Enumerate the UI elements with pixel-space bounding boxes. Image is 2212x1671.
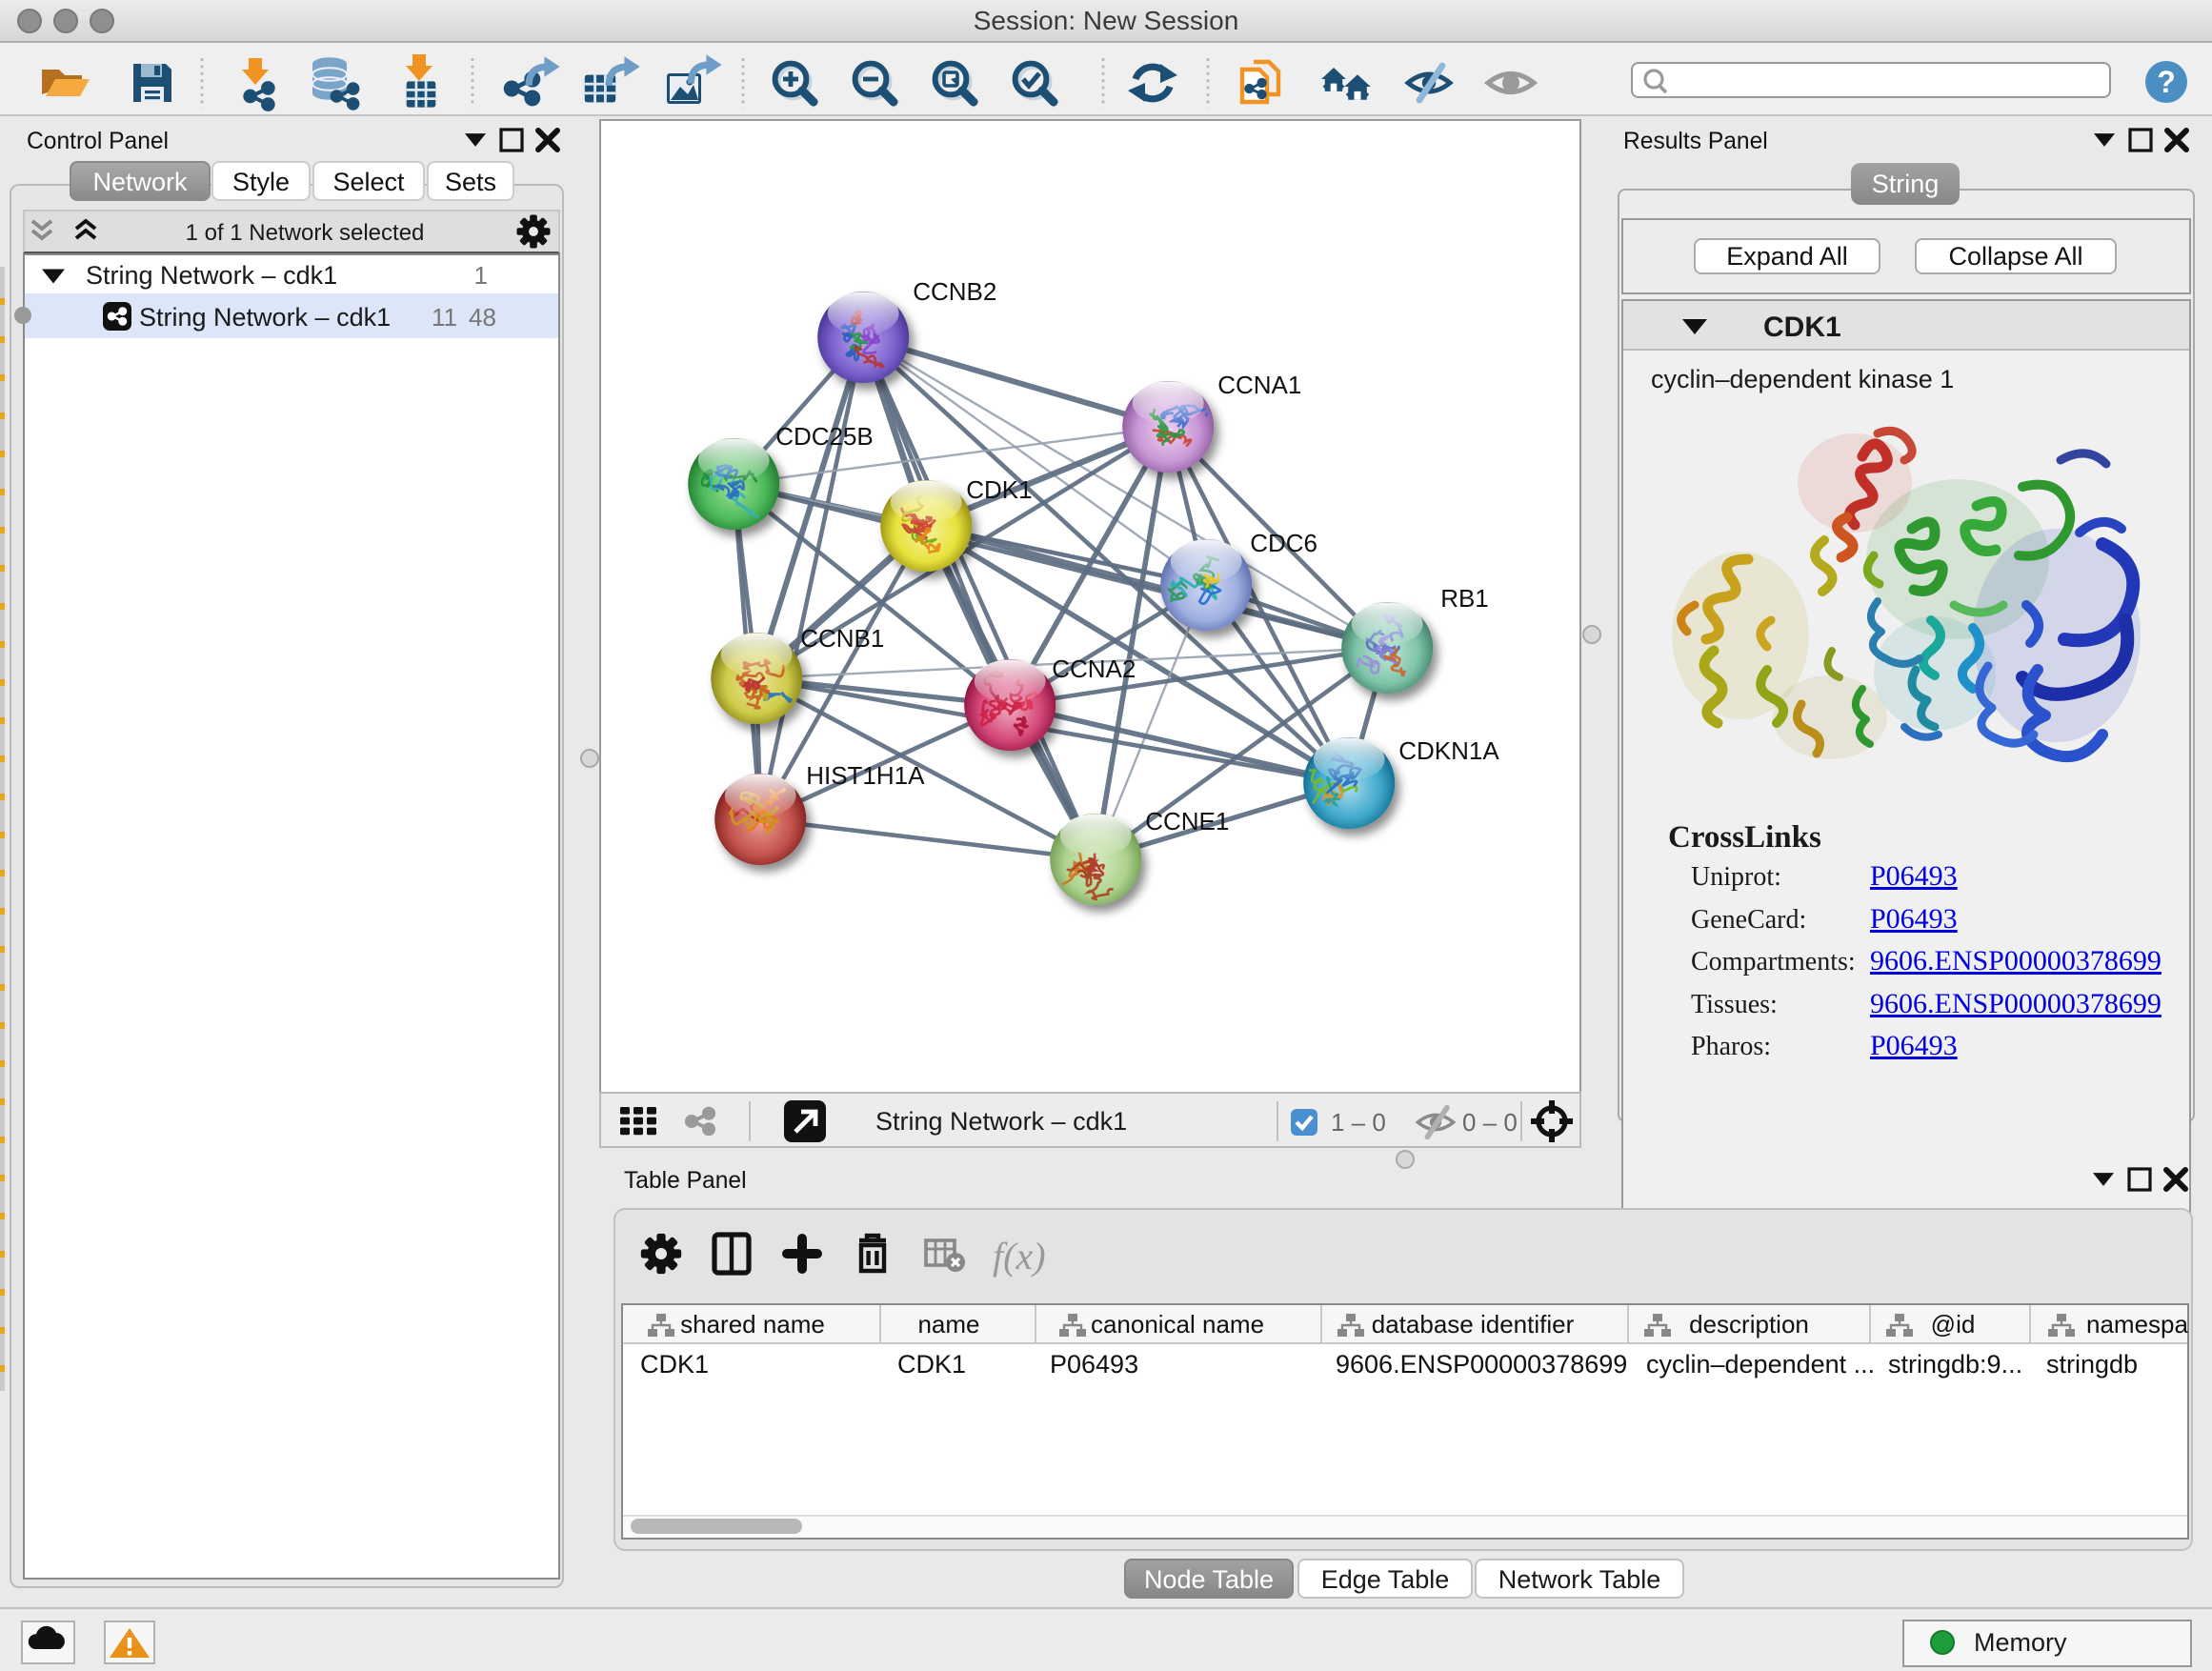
svg-text:CDC6: CDC6 [1250,529,1317,557]
svg-text:CDK1: CDK1 [966,475,1032,504]
svg-text:CCNB1: CCNB1 [800,624,884,653]
svg-text:CCNA1: CCNA1 [1217,371,1301,399]
svg-text:?: ? [2157,65,2176,99]
svg-text:CCNE1: CCNE1 [1145,807,1229,836]
svg-text:CDKN1A: CDKN1A [1398,736,1499,765]
svg-text:CCNB2: CCNB2 [913,277,996,306]
svg-text:HIST1H1A: HIST1H1A [806,761,925,790]
svg-text:CDC25B: CDC25B [775,422,874,451]
svg-text:f(x): f(x) [993,1235,1046,1278]
svg-text:RB1: RB1 [1440,584,1489,613]
svg-text:CCNA2: CCNA2 [1052,654,1136,683]
